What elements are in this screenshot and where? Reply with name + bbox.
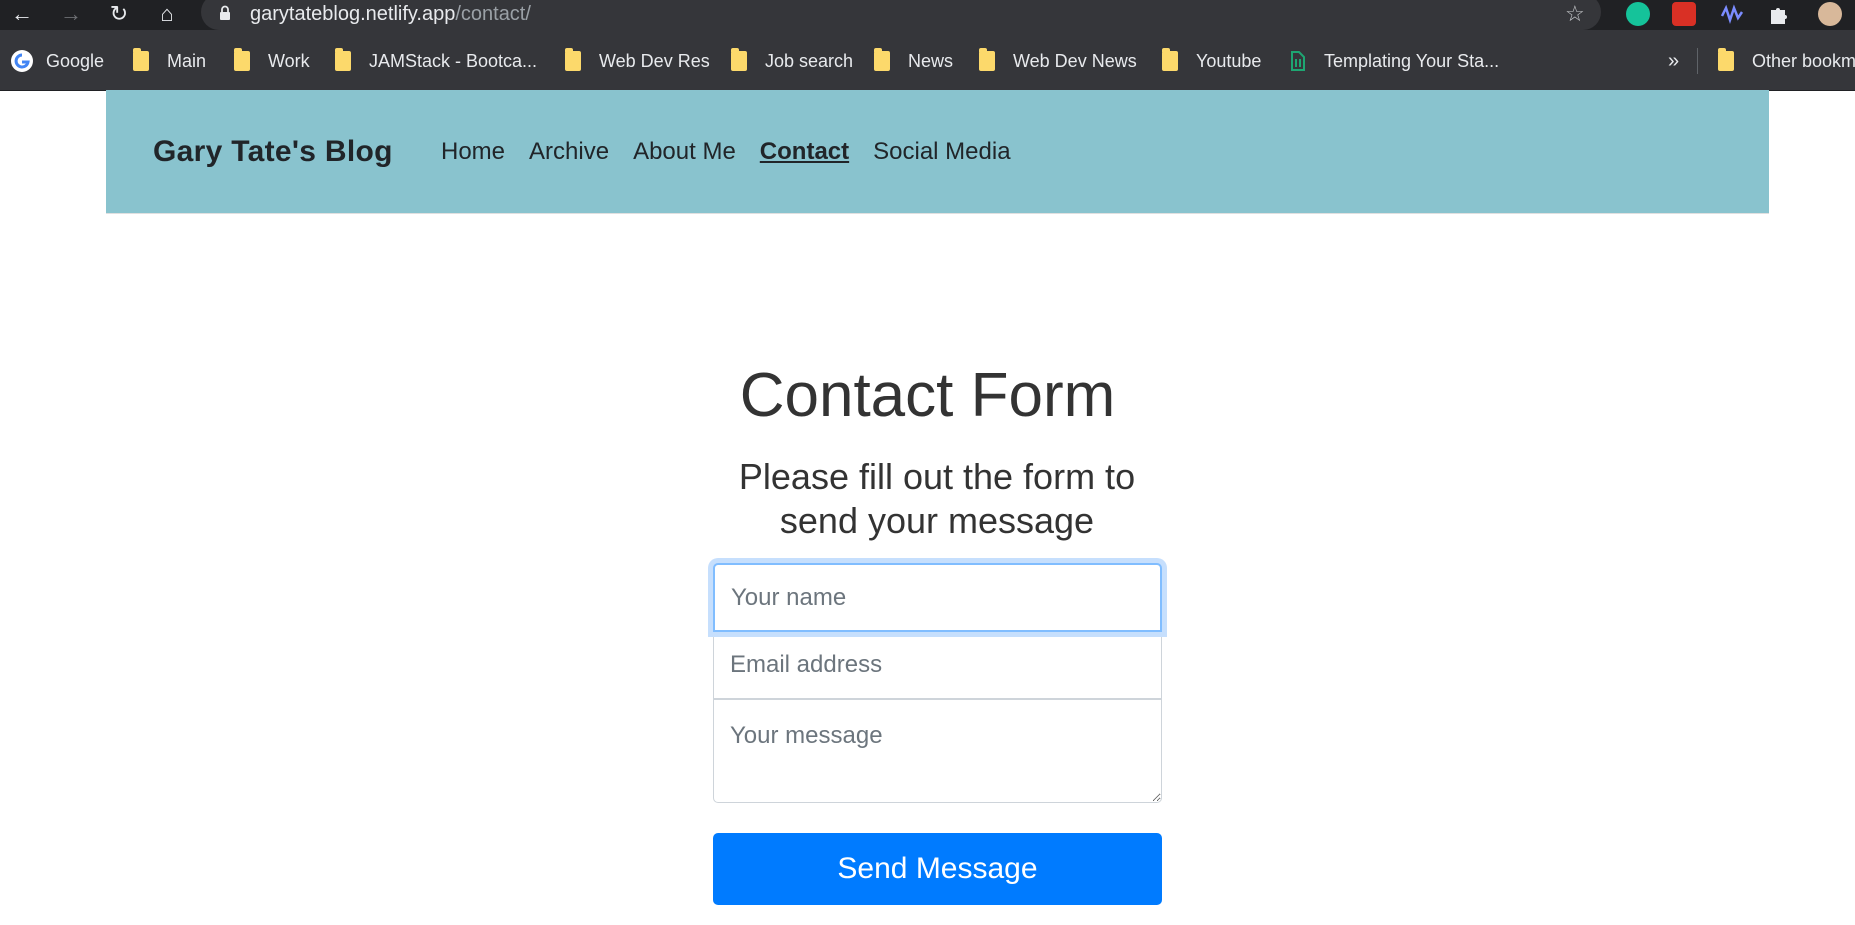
message-textarea[interactable]: [713, 699, 1162, 803]
nav-about-me[interactable]: About Me: [633, 138, 736, 166]
bookmark-label: Other bookm: [1752, 50, 1855, 71]
browser-toolbar: ← → ↻ ⌂ garytateblog.netlify.app/contact…: [0, 0, 1855, 30]
forward-icon[interactable]: →: [56, 0, 86, 28]
bookmark-other[interactable]: Other bookm: [1718, 48, 1855, 74]
name-input[interactable]: [713, 563, 1162, 632]
url-text[interactable]: garytateblog.netlify.app/contact/: [250, 2, 531, 26]
email-input[interactable]: [713, 632, 1162, 699]
bookmark-web-dev-news[interactable]: Web Dev News: [979, 48, 1137, 74]
nav-home[interactable]: Home: [441, 138, 505, 166]
bookmark-youtube[interactable]: Youtube: [1162, 48, 1261, 74]
page-icon: [1291, 51, 1305, 71]
folder-icon: [874, 48, 890, 71]
folder-icon: [335, 48, 351, 71]
bookmark-news[interactable]: News: [874, 48, 953, 74]
site-brand[interactable]: Gary Tate's Blog: [153, 135, 393, 169]
url-host: garytateblog.netlify.app: [250, 3, 456, 25]
bookmark-label: JAMStack - Bootca...: [369, 50, 538, 71]
main-nav: Home Archive About Me Contact Social Med…: [441, 138, 1011, 166]
bookmark-label: Web Dev News: [1013, 50, 1137, 71]
send-message-button[interactable]: Send Message: [713, 833, 1162, 905]
bookmark-label: Google: [46, 50, 105, 71]
folder-icon: [1718, 48, 1734, 71]
folder-icon: [1162, 48, 1178, 71]
back-icon[interactable]: ←: [7, 0, 37, 28]
google-icon: [11, 50, 33, 72]
page-title: Contact Form: [739, 361, 1116, 430]
bookmark-label: Web Dev Res: [599, 50, 710, 71]
profile-avatar[interactable]: [1818, 2, 1842, 26]
home-icon[interactable]: ⌂: [152, 0, 182, 28]
folder-icon: [731, 48, 747, 71]
nav-contact[interactable]: Contact: [760, 138, 849, 166]
bookmark-job-search[interactable]: Job search: [731, 48, 853, 74]
extensions-puzzle-icon[interactable]: [1767, 2, 1791, 26]
bookmarks-bar: Google Main Work JAMStack - Bootca... We…: [0, 30, 1855, 91]
bookmark-label: Main: [167, 50, 207, 71]
bookmark-label: News: [908, 50, 954, 71]
more-bookmarks-button[interactable]: »: [1668, 48, 1679, 74]
lock-icon: [220, 5, 230, 20]
bookmark-work[interactable]: Work: [234, 48, 310, 74]
folder-icon: [234, 48, 250, 71]
nav-social-media[interactable]: Social Media: [873, 138, 1010, 166]
bookmark-templating[interactable]: Templating Your Sta...: [1290, 48, 1499, 74]
folder-icon: [133, 48, 149, 71]
wave-extension-icon[interactable]: [1720, 2, 1744, 26]
bookmark-main[interactable]: Main: [133, 48, 206, 74]
grammarly-icon[interactable]: [1626, 2, 1650, 26]
bookmark-label: Job search: [765, 50, 854, 71]
bookmark-label: Youtube: [1196, 50, 1262, 71]
bookmark-jamstack[interactable]: JAMStack - Bootca...: [335, 48, 537, 74]
url-path: /contact/: [455, 3, 531, 25]
folder-icon: [979, 48, 995, 71]
bookmark-star-icon[interactable]: ☆: [1565, 2, 1585, 26]
bookmarks-divider: [1697, 48, 1698, 74]
bookmark-google[interactable]: Google: [10, 48, 104, 74]
bookmark-label: Templating Your Sta...: [1324, 50, 1500, 71]
nav-archive[interactable]: Archive: [529, 138, 609, 166]
bookmark-web-dev-res[interactable]: Web Dev Res: [565, 48, 710, 74]
reload-icon[interactable]: ↻: [104, 0, 134, 28]
site-header: Gary Tate's Blog Home Archive About Me C…: [106, 90, 1769, 214]
lastpass-icon[interactable]: [1672, 2, 1696, 26]
bookmark-label: Work: [268, 50, 310, 71]
page-subtitle: Please fill out the form to send your me…: [738, 456, 1136, 541]
folder-icon: [565, 48, 581, 71]
